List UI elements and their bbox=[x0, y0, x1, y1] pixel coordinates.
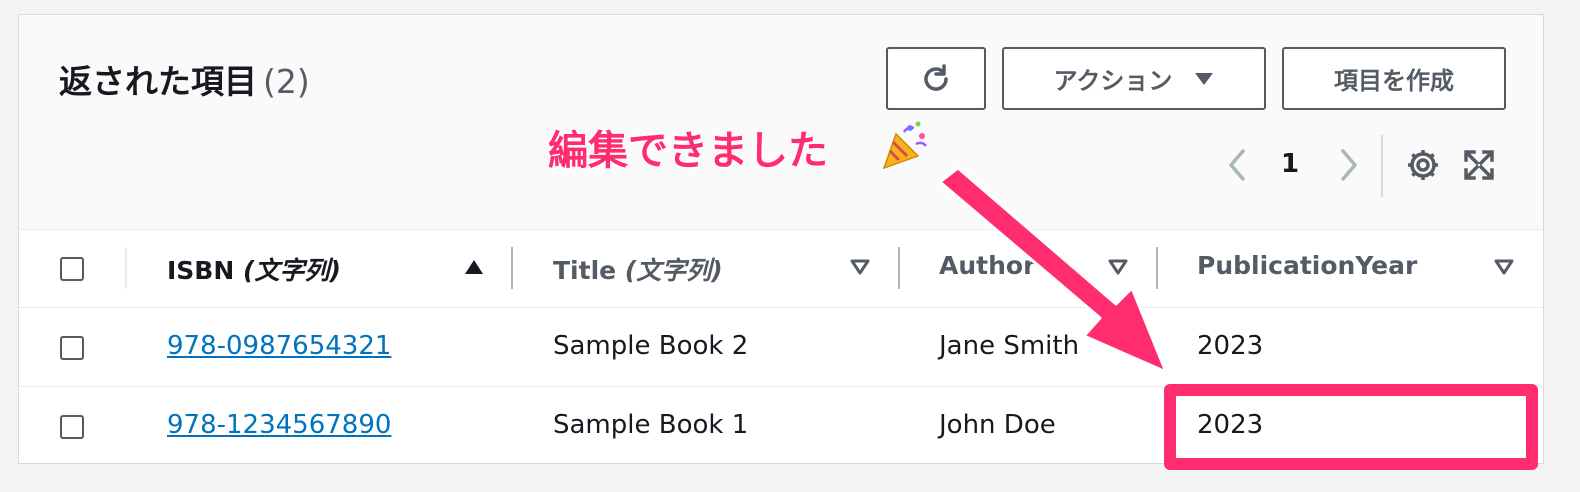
edited-cell-highlight bbox=[1164, 384, 1538, 470]
refresh-button[interactable] bbox=[886, 47, 986, 110]
page-title-label: 返された項目 bbox=[59, 62, 257, 101]
year-cell[interactable]: 2023 bbox=[1197, 331, 1263, 361]
row-checkbox[interactable] bbox=[60, 336, 84, 360]
refresh-icon bbox=[924, 63, 948, 91]
actions-dropdown[interactable]: アクション bbox=[1002, 47, 1266, 110]
expand-icon[interactable] bbox=[1463, 149, 1495, 181]
column-header-author[interactable]: Author bbox=[939, 251, 1035, 280]
row-checkbox[interactable] bbox=[60, 415, 84, 439]
author-cell: John Doe bbox=[939, 410, 1056, 440]
column-resize-handle[interactable] bbox=[898, 247, 900, 289]
chevron-left-icon[interactable] bbox=[1219, 145, 1255, 185]
author-cell: Jane Smith bbox=[939, 331, 1080, 361]
annotation-text: 編集できました bbox=[548, 128, 828, 174]
current-page[interactable]: 1 bbox=[1281, 149, 1303, 189]
sort-none-icon[interactable] bbox=[849, 258, 871, 276]
sort-ascending-icon[interactable] bbox=[463, 258, 485, 276]
row-divider bbox=[19, 307, 1543, 308]
title-cell: Sample Book 2 bbox=[553, 331, 749, 361]
column-divider bbox=[125, 247, 127, 289]
column-header-title[interactable]: Title (文字列) bbox=[553, 251, 723, 287]
title-cell: Sample Book 1 bbox=[553, 410, 749, 440]
sort-none-icon[interactable] bbox=[1493, 258, 1515, 276]
sort-none-icon[interactable] bbox=[1107, 258, 1129, 276]
column-header-isbn[interactable]: ISBN (文字列) bbox=[167, 251, 341, 287]
chevron-right-icon[interactable] bbox=[1331, 145, 1367, 185]
create-item-button[interactable]: 項目を作成 bbox=[1282, 47, 1506, 110]
page-title: 返された項目 (2) bbox=[59, 55, 310, 103]
gear-icon[interactable] bbox=[1405, 147, 1441, 183]
actions-label: アクション bbox=[1053, 67, 1173, 95]
caret-down-icon bbox=[1195, 72, 1214, 85]
select-all-checkbox[interactable] bbox=[60, 257, 84, 281]
column-resize-handle[interactable] bbox=[1156, 247, 1158, 289]
create-item-label: 項目を作成 bbox=[1334, 67, 1454, 95]
party-popper-icon bbox=[882, 121, 927, 170]
isbn-link[interactable]: 978-1234567890 bbox=[167, 410, 391, 440]
isbn-link[interactable]: 978-0987654321 bbox=[167, 331, 391, 361]
column-resize-handle[interactable] bbox=[511, 247, 513, 289]
item-count: (2) bbox=[263, 62, 310, 101]
pagination-divider bbox=[1381, 135, 1383, 197]
column-header-publication-year[interactable]: PublicationYear bbox=[1197, 251, 1417, 280]
